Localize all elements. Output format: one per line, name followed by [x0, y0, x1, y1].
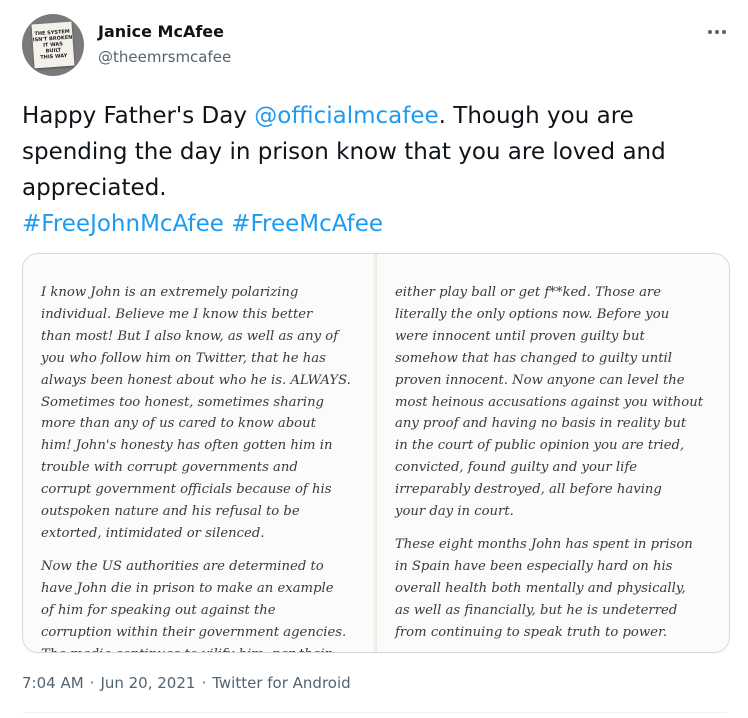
letter-line: Now the US authorities are determined to: [41, 559, 324, 574]
letter-line: somehow that has changed to guilty until: [395, 350, 672, 366]
mention-link[interactable]: @officialmcafee: [254, 103, 438, 129]
letter-line: more than any of us cared to know about: [41, 416, 316, 432]
tweet-source[interactable]: Twitter for Android: [212, 674, 350, 692]
letter-line: extorted, intimidated or silenced.: [41, 525, 265, 541]
hashtag-link[interactable]: #FreeJohnMcAfee: [22, 211, 224, 237]
tweet-date[interactable]: Jun 20, 2021: [100, 674, 195, 692]
letter-line: from continuing to speak truth to power.: [395, 624, 668, 640]
letter-line: your day in court.: [395, 504, 514, 519]
letter-line: either play ball or get f**ked. Those ar…: [395, 285, 662, 300]
avatar-sign: THE SYSTEM ISN'T BROKEN IT WAS BUILT THI…: [31, 21, 75, 69]
tweet-time[interactable]: 7:04 AM: [22, 674, 84, 692]
letter-line: literally the only options now. Before y…: [395, 306, 670, 322]
hashtag-link[interactable]: #FreeMcAfee: [231, 211, 383, 237]
letter-line: in the court of public opinion you are t…: [395, 438, 685, 454]
letter-line: in Spain have been especially hard on hi…: [395, 558, 673, 574]
letter-line: trouble with corrupt governments and: [41, 460, 298, 476]
tweet-text-intro: Happy Father's Day: [22, 103, 255, 129]
letter-line: I know John is an extremely polarizing: [41, 285, 299, 300]
letter-line: individual. Believe me I know this bette…: [41, 306, 313, 322]
letter-line: most heinous accusations against you wit…: [395, 394, 704, 410]
letter-line: overall health both mentally and physica…: [395, 580, 686, 596]
letter-line: than most! But I also know, as well as a…: [41, 328, 339, 344]
letter-line: of him for speaking out against the: [41, 602, 276, 618]
tweet-meta: 7:04 AM · Jun 20, 2021 · Twitter for Android: [22, 674, 351, 692]
letter-line: These eight months John has spent in pri…: [395, 537, 693, 552]
letter-line: outspoken nature and his refusal to be: [41, 504, 300, 519]
tweet-image[interactable]: I know John is an extremely polarizing i…: [22, 253, 730, 653]
letter-line: Sometimes too honest, sometimes sharing: [41, 394, 325, 410]
letter-line: always been honest about who he is. ALWA…: [41, 372, 351, 388]
letter-line: corrupt government officials because of …: [41, 482, 332, 498]
meta-separator: ·: [201, 674, 207, 692]
avatar[interactable]: THE SYSTEM ISN'T BROKEN IT WAS BUILT THI…: [22, 14, 84, 76]
divider: [22, 712, 726, 713]
author-handle[interactable]: @theemrsmcafee: [98, 48, 231, 66]
letter-line: irreparably destroyed, all before having: [395, 482, 662, 498]
letter-line: any proof and having no basis in reality…: [395, 416, 687, 432]
author-name[interactable]: Janice McAfee: [98, 22, 224, 41]
letter-page-left: I know John is an extremely polarizing i…: [23, 254, 374, 652]
letter-line: convicted, found guilty and your life: [395, 460, 638, 476]
more-options-button[interactable]: [704, 22, 730, 42]
letter-line: The media continues to vilify him, per t…: [41, 644, 331, 652]
avatar-text-line: THIS WAY: [40, 53, 68, 61]
more-dot-icon: [722, 30, 726, 34]
letter-line: were innocent until proven guilty but: [395, 328, 645, 344]
letter-line: corruption within their government agenc…: [41, 624, 347, 640]
more-dot-icon: [708, 30, 712, 34]
letter-line: have John die in prison to make an examp…: [41, 580, 334, 596]
letter-line: proven innocent. Now anyone can level th…: [395, 372, 685, 388]
letter-page-right: either play ball or get f**ked. Those ar…: [377, 254, 729, 652]
meta-separator: ·: [89, 674, 95, 692]
letter-line: him! John's honesty has often gotten him…: [41, 438, 333, 454]
letter-line: as well as financially, but he is undete…: [395, 602, 678, 618]
tweet-text: Happy Father's Day @officialmcafee. Thou…: [22, 98, 722, 242]
more-dot-icon: [715, 30, 719, 34]
letter-line: you who follow him on Twitter, that he h…: [41, 350, 326, 366]
